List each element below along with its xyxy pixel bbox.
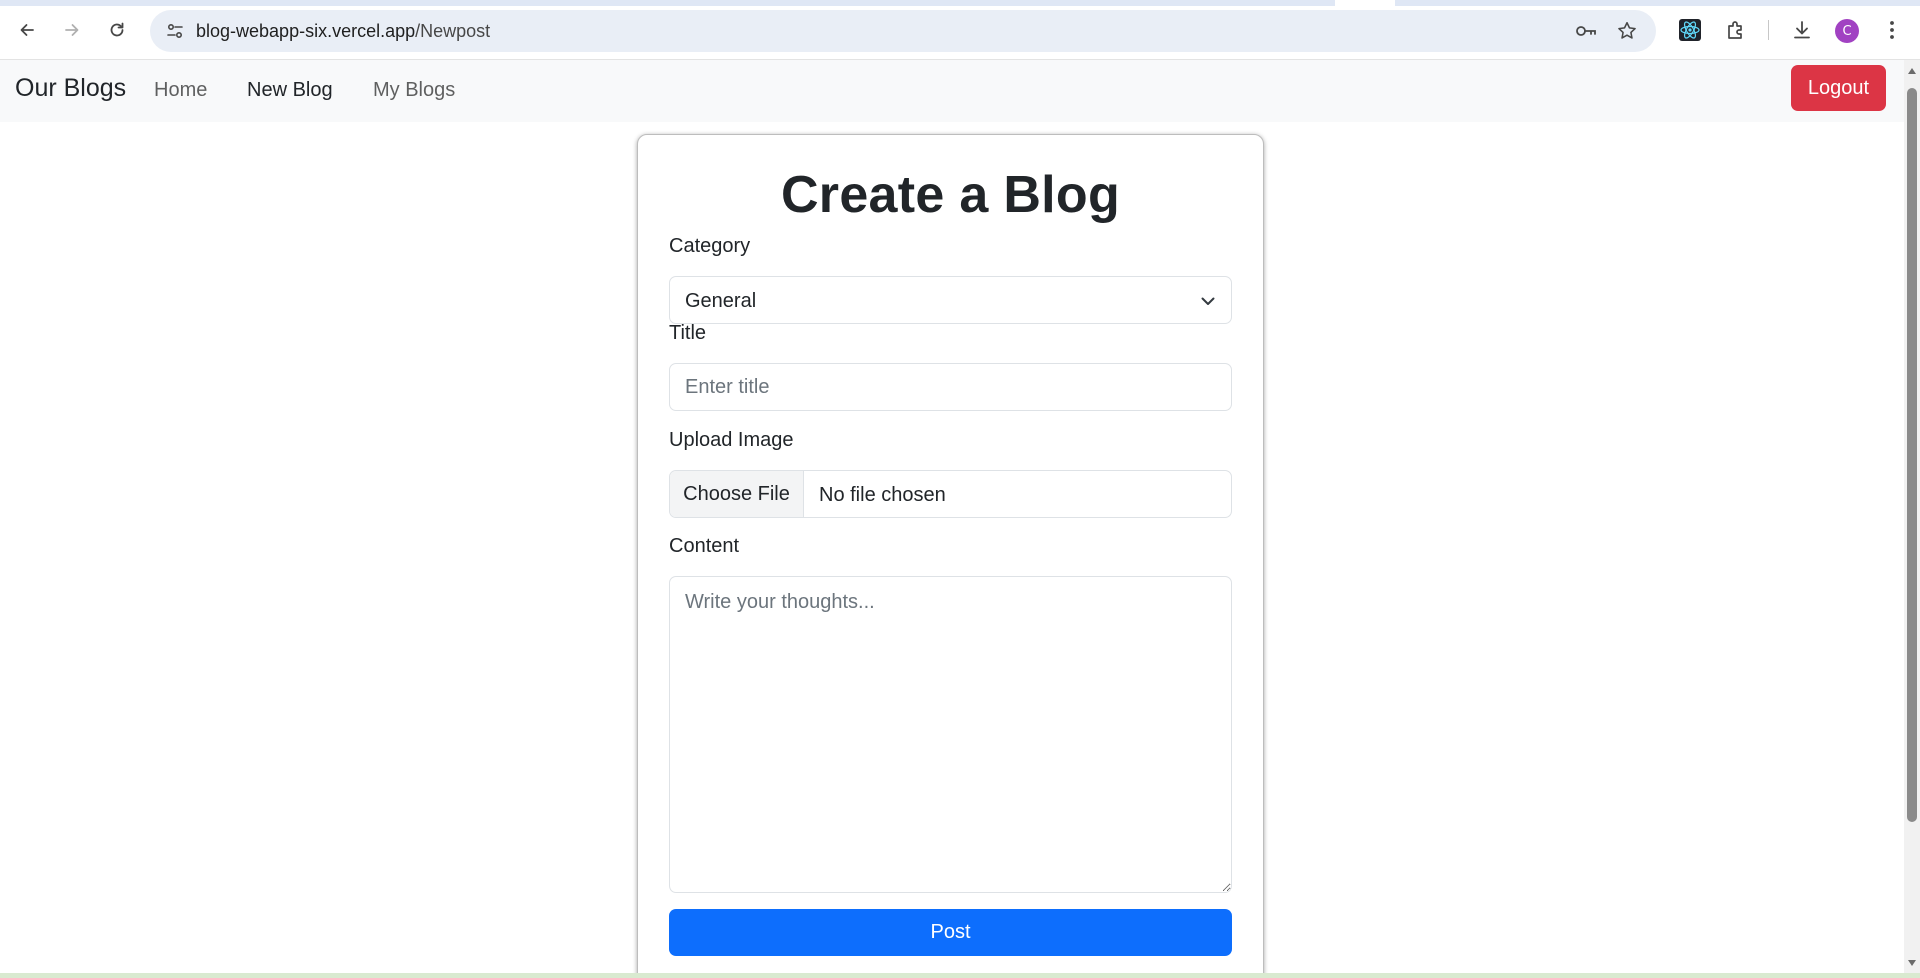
title-input[interactable] bbox=[669, 363, 1232, 411]
address-bar[interactable]: blog-webapp-six.vercel.app/Newpost bbox=[150, 10, 1656, 52]
nav-link-my-blogs[interactable]: My Blogs bbox=[373, 79, 455, 102]
page-viewport: Our Blogs Home New Blog My Blogs Logout … bbox=[0, 60, 1904, 973]
url-path: /Newpost bbox=[415, 21, 491, 41]
content-textarea[interactable] bbox=[669, 576, 1232, 893]
url-host: blog-webapp-six.vercel.app bbox=[196, 21, 416, 41]
post-button[interactable]: Post bbox=[669, 909, 1232, 956]
password-key-icon bbox=[1576, 26, 1596, 36]
nav-link-new-blog[interactable]: New Blog bbox=[247, 79, 333, 102]
browser-toolbar: blog-webapp-six.vercel.app/Newpost C bbox=[0, 0, 1920, 60]
logout-button[interactable]: Logout bbox=[1791, 65, 1886, 111]
navbar-brand[interactable]: Our Blogs bbox=[15, 74, 126, 103]
downloads-button[interactable] bbox=[1788, 16, 1816, 44]
tab-strip-edge bbox=[0, 0, 1920, 6]
menu-icon bbox=[1890, 21, 1894, 39]
category-selected-value: General bbox=[685, 290, 757, 312]
site-navbar: Our Blogs Home New Blog My Blogs Logout bbox=[0, 60, 1904, 122]
create-blog-card: Create a Blog Category General Title Upl… bbox=[637, 134, 1264, 973]
extensions-icon bbox=[1728, 21, 1742, 39]
upload-image-label: Upload Image bbox=[669, 429, 794, 451]
profile-avatar[interactable]: C bbox=[1835, 19, 1859, 43]
site-info-icon bbox=[167, 23, 183, 39]
react-devtools-icon bbox=[1679, 19, 1701, 41]
image-file-input[interactable]: Choose File No file chosen bbox=[669, 470, 1232, 518]
nav-link-home[interactable]: Home bbox=[154, 79, 207, 102]
scroll-up-arrow-icon[interactable] bbox=[1907, 66, 1917, 76]
page-title: Create a Blog bbox=[780, 166, 1121, 224]
reload-button[interactable] bbox=[101, 14, 133, 46]
browser-menu-button[interactable] bbox=[1878, 16, 1906, 44]
bookmark-button[interactable] bbox=[1615, 19, 1639, 43]
back-button[interactable] bbox=[11, 14, 43, 46]
toolbar-separator bbox=[1768, 20, 1769, 40]
reload-icon bbox=[110, 22, 124, 37]
password-key-button[interactable] bbox=[1574, 19, 1598, 43]
bookmark-star-icon bbox=[1618, 21, 1636, 39]
extensions-button[interactable] bbox=[1722, 16, 1750, 44]
chevron-down-icon bbox=[1201, 297, 1215, 305]
scrollbar-thumb[interactable] bbox=[1907, 88, 1917, 822]
site-info-button[interactable] bbox=[160, 16, 190, 46]
choose-file-button[interactable]: Choose File bbox=[670, 471, 804, 517]
react-devtools-button[interactable] bbox=[1676, 16, 1704, 44]
back-icon bbox=[20, 24, 34, 36]
url-text[interactable]: blog-webapp-six.vercel.app/Newpost bbox=[196, 21, 490, 42]
title-label: Title bbox=[669, 322, 707, 344]
scroll-down-arrow-icon[interactable] bbox=[1907, 958, 1917, 968]
forward-button[interactable] bbox=[56, 14, 88, 46]
category-label: Category bbox=[669, 235, 751, 257]
forward-icon bbox=[65, 24, 79, 36]
page-scrollbar[interactable] bbox=[1904, 60, 1920, 973]
content-label: Content bbox=[669, 535, 740, 557]
window-bottom-edge bbox=[0, 973, 1920, 978]
download-icon bbox=[1794, 21, 1810, 39]
category-select[interactable]: General bbox=[669, 276, 1232, 324]
file-status-text: No file chosen bbox=[819, 484, 946, 506]
